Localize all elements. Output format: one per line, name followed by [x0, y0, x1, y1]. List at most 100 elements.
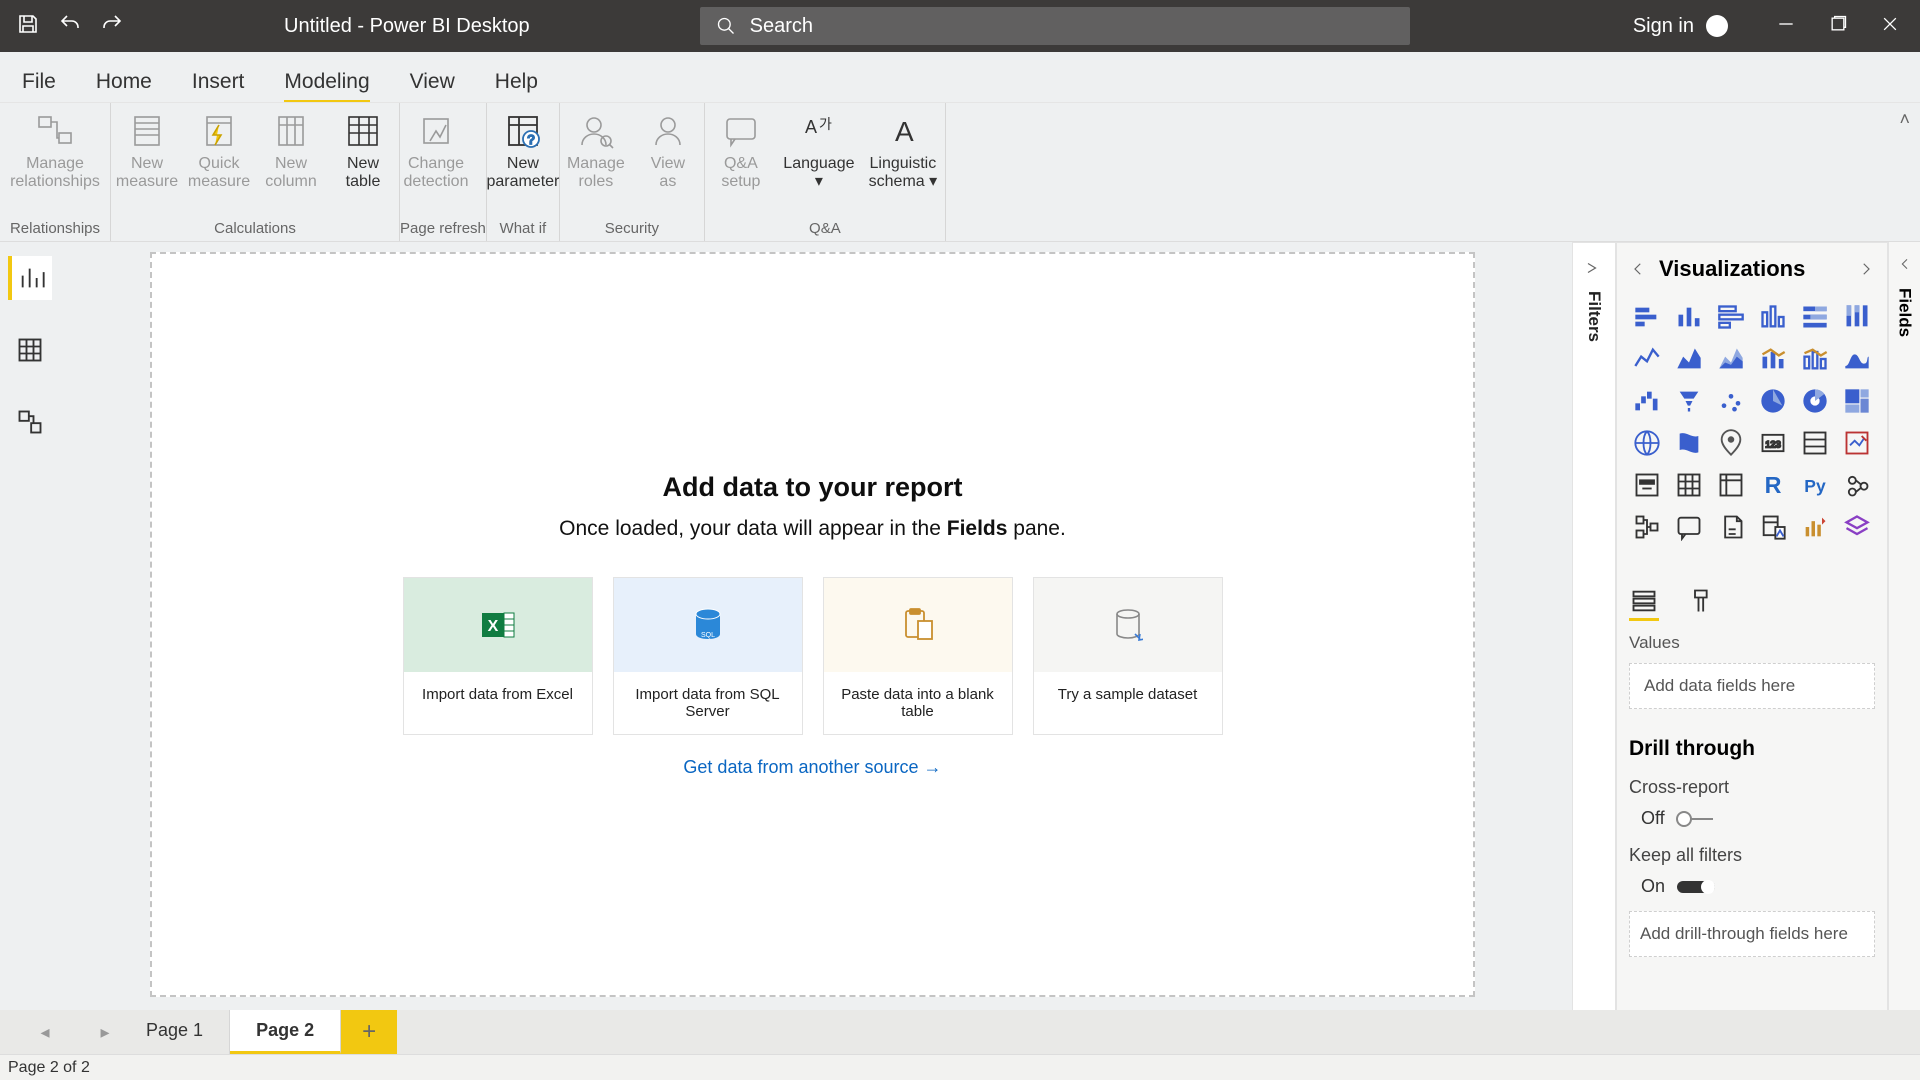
minimize-icon[interactable] [1776, 14, 1796, 39]
ribbon-group-relationships: Relationships [0, 220, 110, 241]
menu-tab-insert[interactable]: Insert [192, 70, 245, 102]
expand-filters-icon[interactable] [1585, 259, 1603, 277]
page-tab-1[interactable]: Page 1 [120, 1010, 230, 1054]
model-view-button[interactable] [8, 400, 52, 444]
fields-tab-icon[interactable] [1629, 587, 1659, 615]
viz-arcgis-icon[interactable] [1713, 425, 1749, 461]
close-icon[interactable] [1880, 14, 1900, 39]
ribbon-group-calculations: Calculations [111, 220, 399, 241]
fields-pane-collapsed[interactable]: Fields [1888, 242, 1920, 1020]
new-parameter-button[interactable]: ?Newparameter [487, 103, 559, 220]
viz-scatter-icon[interactable] [1713, 383, 1749, 419]
card-label: Import data from SQL Server [614, 672, 802, 734]
expand-fields-icon[interactable] [1897, 256, 1913, 272]
manage-relationships-button: Managerelationships [0, 103, 110, 220]
card-sample[interactable]: Try a sample dataset [1033, 577, 1223, 735]
linguistic-schema-button[interactable]: ALinguisticschema ▾ [861, 103, 945, 220]
canvas-heading: Add data to your report [662, 472, 962, 503]
viz-anomaly-icon[interactable] [1797, 509, 1833, 545]
ribbon-collapse-icon[interactable]: ˄ [1899, 109, 1910, 130]
viz-slicer-icon[interactable] [1629, 467, 1665, 503]
report-view-button[interactable] [8, 256, 52, 300]
page-nav-next[interactable]: ▸ [90, 1022, 120, 1043]
manage-roles-button: Manageroles [560, 103, 632, 220]
viz-100-stacked-bar-icon[interactable] [1797, 299, 1833, 335]
viz-table-icon[interactable] [1671, 467, 1707, 503]
menu-tab-modeling[interactable]: Modeling [284, 70, 369, 102]
viz-app-store-icon[interactable] [1839, 509, 1875, 545]
viz-line-clustered-col-icon[interactable] [1797, 341, 1833, 377]
drill-through-dropzone[interactable]: Add drill-through fields here [1629, 911, 1875, 957]
viz-stacked-column-icon[interactable] [1671, 299, 1707, 335]
qa-setup-button: Q&Asetup [705, 103, 777, 220]
cross-report-toggle[interactable]: Off [1641, 808, 1875, 829]
save-icon[interactable] [16, 12, 40, 41]
viz-key-influencers-icon[interactable] [1839, 467, 1875, 503]
visualizations-title: Visualizations [1659, 256, 1857, 282]
card-sql[interactable]: SQLImport data from SQL Server [613, 577, 803, 735]
viz-funnel-icon[interactable] [1671, 383, 1707, 419]
viz-r-visual-icon[interactable]: R [1755, 467, 1791, 503]
viz-smart-narrative-icon[interactable] [1755, 509, 1791, 545]
viz-stacked-area-icon[interactable] [1713, 341, 1749, 377]
report-canvas[interactable]: Add data to your report Once loaded, you… [150, 252, 1475, 997]
language-button[interactable]: A가Language▾ [777, 103, 861, 220]
window-buttons [1776, 14, 1900, 39]
menu-tab-file[interactable]: File [22, 70, 56, 102]
search-box[interactable]: Search [700, 7, 1410, 45]
fields-label: Fields [1895, 288, 1915, 337]
drill-through-title: Drill through [1629, 737, 1875, 761]
viz-line-stacked-col-icon[interactable] [1755, 341, 1791, 377]
menu-tab-help[interactable]: Help [495, 70, 538, 102]
card-excel[interactable]: XImport data from Excel [403, 577, 593, 735]
add-page-button[interactable]: + [341, 1010, 397, 1054]
viz-python-visual-icon[interactable]: Py [1797, 467, 1833, 503]
keep-filters-toggle[interactable]: On [1641, 876, 1875, 897]
viz-clustered-bar-icon[interactable] [1713, 299, 1749, 335]
viz-ribbon-icon[interactable] [1839, 341, 1875, 377]
filters-pane-collapsed[interactable]: Filters [1572, 242, 1616, 1020]
canvas-area: Add data to your report Once loaded, you… [60, 242, 1570, 1022]
svg-text:?: ? [527, 132, 534, 147]
viz-card-icon[interactable]: 123 [1755, 425, 1791, 461]
viz-paginated-icon[interactable] [1713, 509, 1749, 545]
sign-in-label: Sign in [1633, 15, 1694, 38]
viz-kpi-icon[interactable] [1839, 425, 1875, 461]
expand-viz-icon[interactable] [1857, 260, 1875, 278]
new-table-button[interactable]: Newtable [327, 103, 399, 220]
page-nav-prev[interactable]: ◂ [30, 1022, 60, 1043]
menu-tab-home[interactable]: Home [96, 70, 152, 102]
get-another-source-link[interactable]: Get data from another source → [683, 757, 941, 778]
format-tab-icon[interactable] [1687, 587, 1717, 615]
undo-icon[interactable] [58, 12, 82, 41]
menu-tab-view[interactable]: View [410, 70, 455, 102]
values-dropzone[interactable]: Add data fields here [1629, 663, 1875, 709]
svg-text:X: X [487, 618, 498, 635]
viz-stacked-bar-icon[interactable] [1629, 299, 1665, 335]
viz-clustered-column-icon[interactable] [1755, 299, 1791, 335]
viz-waterfall-icon[interactable] [1629, 383, 1665, 419]
viz-line-icon[interactable] [1629, 341, 1665, 377]
svg-text:A: A [805, 117, 817, 137]
viz-decomp-tree-icon[interactable] [1629, 509, 1665, 545]
data-view-button[interactable] [8, 328, 52, 372]
page-tab-2[interactable]: Page 2 [230, 1010, 341, 1054]
title-bar: Untitled - Power BI Desktop Search Sign … [0, 0, 1920, 52]
sign-in-button[interactable]: Sign in [1633, 15, 1728, 38]
collapse-viz-icon[interactable] [1629, 260, 1647, 278]
viz-area-icon[interactable] [1671, 341, 1707, 377]
viz-pie-icon[interactable] [1755, 383, 1791, 419]
viz-filled-map-icon[interactable] [1671, 425, 1707, 461]
viz-map-icon[interactable] [1629, 425, 1665, 461]
viz-100-stacked-column-icon[interactable] [1839, 299, 1875, 335]
maximize-icon[interactable] [1828, 14, 1848, 39]
viz-matrix-icon[interactable] [1713, 467, 1749, 503]
quick-measure-button: Quickmeasure [183, 103, 255, 220]
viz-qa-visual-icon[interactable] [1671, 509, 1707, 545]
redo-icon[interactable] [100, 12, 124, 41]
viz-donut-icon[interactable] [1797, 383, 1833, 419]
viz-multi-row-card-icon[interactable] [1797, 425, 1833, 461]
card-paste[interactable]: Paste data into a blank table [823, 577, 1013, 735]
viz-treemap-icon[interactable] [1839, 383, 1875, 419]
svg-text:가: 가 [819, 116, 832, 132]
